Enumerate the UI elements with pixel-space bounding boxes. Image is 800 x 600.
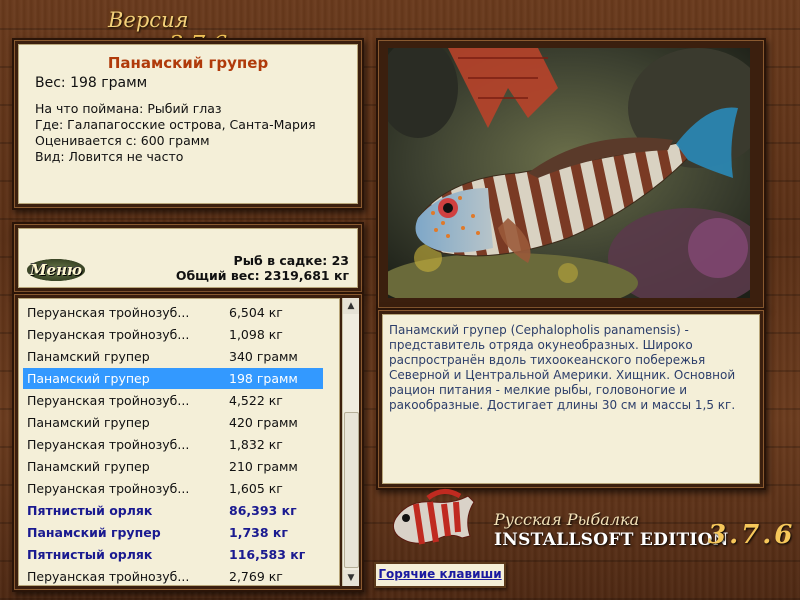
- fish-info-panel: Панамский групер Вес: 198 грамм На что п…: [18, 44, 358, 204]
- fish-description: Панамский групер (Cephalopholis panamens…: [389, 323, 736, 412]
- list-item-name: Панамский групер: [27, 371, 150, 386]
- total-weight: Общий вес: 2319,681 кг: [175, 268, 349, 283]
- list-item-name: Пятнистый орляк: [27, 547, 153, 562]
- list-item[interactable]: Панамский групер 198 грамм: [23, 368, 323, 389]
- list-item-name: Перуанская тройнозуб...: [27, 305, 190, 320]
- brand-name: Русская Рыбалка: [494, 510, 640, 529]
- list-item-weight: 1,605 кг: [229, 481, 283, 496]
- hotkeys-button[interactable]: Горячие клавиши: [374, 562, 506, 588]
- list-item-name: Панамский групер: [27, 525, 161, 540]
- scroll-down-icon[interactable]: ▼: [343, 570, 359, 586]
- list-item[interactable]: Панамский групер 1,738 кг: [23, 522, 323, 543]
- fish-title: Панамский групер: [107, 54, 269, 72]
- list-item[interactable]: Перуанская тройнозуб... 1,832 кг: [23, 434, 323, 455]
- list-item-name: Пятнистый орляк: [27, 503, 153, 518]
- list-item[interactable]: Перуанская тройнозуб... 4,522 кг: [23, 390, 323, 411]
- list-item[interactable]: Перуанская тройнозуб... 2,769 кг: [23, 566, 323, 585]
- list-item-name: Панамский групер: [27, 415, 150, 430]
- stats-panel: Меню Рыб в садке: 23 Общий вес: 2319,681…: [18, 228, 358, 288]
- list-item[interactable]: Перуанская тройнозуб... 1,098 кг: [23, 324, 323, 345]
- fish-count: Рыб в садке: 23: [233, 253, 349, 268]
- brand-version: 3.7.6: [708, 520, 796, 550]
- fish-weight: Вес: 198 грамм: [35, 75, 148, 91]
- list-item-name: Перуанская тройнозуб...: [27, 569, 190, 584]
- list-item-weight: 2,769 кг: [229, 569, 283, 584]
- fish-photo-frame: [376, 38, 766, 310]
- fish-photo: [388, 48, 750, 298]
- list-scrollbar[interactable]: ▲ ▼: [342, 298, 359, 586]
- list-item[interactable]: Панамский групер 210 грамм: [23, 456, 323, 477]
- list-item[interactable]: Пятнистый орляк 116,583 кг: [23, 544, 323, 565]
- list-item-weight: 116,583 кг: [229, 547, 306, 562]
- game-version-label: Версия игры3.7.6: [108, 8, 288, 58]
- catch-location: Где: Галапагосские острова, Санта-Мария: [35, 117, 316, 132]
- list-item-name: Панамский групер: [27, 349, 150, 364]
- list-item-weight: 198 грамм: [229, 371, 298, 386]
- catch-list[interactable]: Перуанская тройнозуб... 6,504 кг Перуанска…: [18, 298, 340, 586]
- list-item-name: Перуанская тройнозуб...: [27, 437, 190, 452]
- valued-from: Оценивается с: 600 грамм: [35, 133, 210, 148]
- list-item-weight: 210 грамм: [229, 459, 298, 474]
- list-item[interactable]: Панамский групер 420 грамм: [23, 412, 323, 433]
- catch-frequency: Вид: Ловится не часто: [35, 149, 184, 164]
- menu-button[interactable]: Меню: [27, 259, 85, 281]
- list-item-name: Панамский групер: [27, 459, 150, 474]
- list-item-name: Перуанская тройнозуб...: [27, 393, 190, 408]
- fish-info-frame: Панамский групер Вес: 198 грамм На что п…: [12, 38, 364, 210]
- list-item-weight: 420 грамм: [229, 415, 298, 430]
- fish-logo-icon: [388, 488, 480, 558]
- description-panel: Панамский групер (Cephalopholis panamens…: [382, 314, 760, 484]
- catch-list-frame: Перуанская тройнозуб... 6,504 кг Перуанска…: [12, 292, 364, 592]
- scroll-up-icon[interactable]: ▲: [343, 298, 359, 314]
- list-item[interactable]: Пятнистый орляк 86,393 кг: [23, 500, 323, 521]
- list-item[interactable]: Перуанская тройнозуб... 1,605 кг: [23, 478, 323, 499]
- list-item-name: Перуанская тройнозуб...: [27, 327, 190, 342]
- brand-edition: INSTALLSOFT EDITION: [494, 530, 729, 550]
- list-item-weight: 86,393 кг: [229, 503, 297, 518]
- list-item-weight: 1,098 кг: [229, 327, 283, 342]
- scroll-thumb[interactable]: [344, 412, 359, 568]
- list-item-name: Перуанская тройнозуб...: [27, 481, 190, 496]
- list-item-weight: 4,522 кг: [229, 393, 283, 408]
- list-item-weight: 340 грамм: [229, 349, 298, 364]
- list-item-weight: 1,738 кг: [229, 525, 288, 540]
- caught-with: На что поймана: Рыбий глаз: [35, 101, 222, 116]
- list-item-weight: 1,832 кг: [229, 437, 283, 452]
- description-frame: Панамский групер (Cephalopholis panamens…: [376, 308, 766, 490]
- list-item-weight: 6,504 кг: [229, 305, 283, 320]
- stats-frame: Меню Рыб в садке: 23 Общий вес: 2319,681…: [12, 222, 364, 294]
- list-item[interactable]: Панамский групер 340 грамм: [23, 346, 323, 367]
- list-item[interactable]: Перуанская тройнозуб... 6,504 кг: [23, 302, 323, 323]
